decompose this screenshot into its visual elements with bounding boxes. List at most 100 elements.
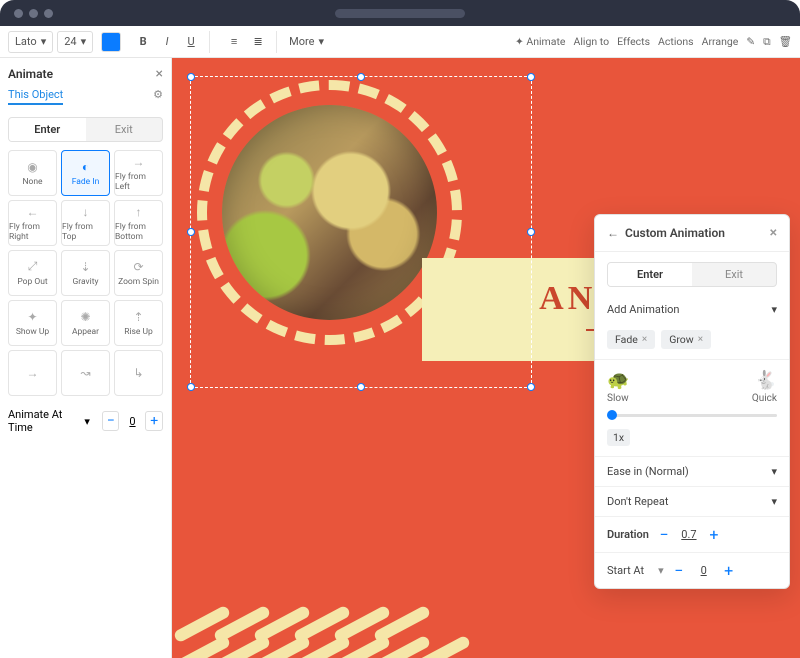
anim-fly-right[interactable]: ←Fly from Right xyxy=(8,200,57,246)
zoom-dot[interactable] xyxy=(44,9,53,18)
anim-none[interactable]: ◉None xyxy=(8,150,57,196)
top-toolbar: Lato▾ 24▾ B I U ≡ ≣ More ▾ ✦ Animate Alig… xyxy=(0,26,800,58)
handle-tr[interactable] xyxy=(527,73,535,81)
list-button[interactable]: ≣ xyxy=(247,31,269,53)
anim-rise-up[interactable]: ⇡Rise Up xyxy=(114,300,163,346)
increment-button[interactable]: + xyxy=(145,411,163,431)
add-animation-select[interactable]: Add Animation ▾ xyxy=(607,303,777,316)
startat-value[interactable]: 0 xyxy=(694,564,714,577)
decrement-button[interactable]: − xyxy=(672,561,686,580)
animate-link[interactable]: ✦ Animate xyxy=(515,35,566,48)
address-bar[interactable] xyxy=(335,9,465,18)
chevron-down-icon[interactable]: ▾ xyxy=(658,564,664,577)
anim-label: Gravity xyxy=(72,277,98,287)
chevron-down-icon: ▾ xyxy=(771,495,777,508)
handle-tm[interactable] xyxy=(357,73,365,81)
handle-mr[interactable] xyxy=(527,228,535,236)
trash-icon[interactable]: 🗑 xyxy=(779,35,792,48)
anim-fly-top[interactable]: ↓Fly from Top xyxy=(61,200,110,246)
arrow-icon: → xyxy=(25,366,41,380)
anim-gravity[interactable]: ⇣Gravity xyxy=(61,250,110,296)
gear-icon[interactable]: ⚙ xyxy=(153,88,163,101)
effects-link[interactable]: Effects xyxy=(617,35,650,48)
anim-label: Zoom Spin xyxy=(118,277,159,287)
arrow-up-icon: ↑ xyxy=(131,205,147,219)
anim-show-up[interactable]: ✦Show Up xyxy=(8,300,57,346)
tab-exit[interactable]: Exit xyxy=(86,118,163,141)
anim-fly-bottom[interactable]: ↑ Fly from Bottom xyxy=(114,200,163,246)
scope-link[interactable]: This Object xyxy=(8,88,63,105)
more-label: More xyxy=(289,35,314,48)
tab-enter[interactable]: Enter xyxy=(9,118,86,141)
copy-icon[interactable]: ⧉ xyxy=(763,35,771,49)
animation-grid: ◉None ◐Fade In →Fly from Left ←Fly from … xyxy=(8,150,163,396)
panel-tab-enter[interactable]: Enter xyxy=(608,263,692,286)
align-button[interactable]: ≡ xyxy=(223,31,245,53)
spin-icon: ⟳ xyxy=(131,260,147,274)
close-icon[interactable]: × xyxy=(770,225,777,241)
timing-value[interactable]: 0 xyxy=(125,415,139,428)
minimize-dot[interactable] xyxy=(29,9,38,18)
speed-slider[interactable] xyxy=(607,414,777,417)
back-icon[interactable]: ← xyxy=(607,226,619,240)
selection-rect[interactable] xyxy=(190,76,532,388)
rise-icon: ⇡ xyxy=(131,310,147,324)
actions-link[interactable]: Actions xyxy=(658,35,694,48)
magic-icon[interactable]: ✎ xyxy=(746,35,755,48)
anim-extra-1[interactable]: → xyxy=(8,350,57,396)
decrement-button[interactable]: − xyxy=(102,411,120,431)
handle-tl[interactable] xyxy=(187,73,195,81)
anim-fade-in[interactable]: ◐Fade In xyxy=(61,150,110,196)
handle-bm[interactable] xyxy=(357,383,365,391)
chip-label: Fade xyxy=(615,333,638,346)
anim-extra-3[interactable]: ↳ xyxy=(114,350,163,396)
anim-label: None xyxy=(22,177,42,187)
handle-ml[interactable] xyxy=(187,228,195,236)
anim-label: Fly from Bottom xyxy=(115,222,162,242)
anim-pop-out[interactable]: ⤢Pop Out xyxy=(8,250,57,296)
font-size-value: 24 xyxy=(64,35,76,48)
increment-button[interactable]: + xyxy=(707,525,721,544)
arrange-link[interactable]: Arrange xyxy=(702,35,739,48)
anim-fly-left[interactable]: →Fly from Left xyxy=(114,150,163,196)
remove-icon[interactable]: × xyxy=(698,334,703,345)
chip-grow[interactable]: Grow × xyxy=(661,330,711,349)
sidebar-title: Animate xyxy=(8,67,53,81)
chip-label: Grow xyxy=(669,333,694,346)
duration-label: Duration xyxy=(607,528,649,541)
handle-bl[interactable] xyxy=(187,383,195,391)
window-chrome xyxy=(0,0,800,26)
italic-button[interactable]: I xyxy=(156,31,178,53)
anim-label: Appear xyxy=(72,327,99,337)
turtle-icon: 🐢 xyxy=(607,370,629,391)
bold-button[interactable]: B xyxy=(132,31,154,53)
anim-label: Fly from Left xyxy=(115,172,162,192)
increment-button[interactable]: + xyxy=(722,561,736,580)
duration-value[interactable]: 0.7 xyxy=(679,528,699,541)
anim-zoom-spin[interactable]: ⟳ Zoom Spin xyxy=(114,250,163,296)
chevron-down-icon[interactable]: ▾ xyxy=(84,415,90,428)
easing-select[interactable]: Ease in (Normal) ▾ xyxy=(607,465,777,478)
repeat-select[interactable]: Don't Repeat ▾ xyxy=(607,495,777,508)
chevron-down-icon: ▾ xyxy=(318,35,324,48)
panel-tab-exit[interactable]: Exit xyxy=(692,263,776,286)
decrement-button[interactable]: − xyxy=(657,525,671,544)
anim-extra-2[interactable]: ↝ xyxy=(61,350,110,396)
slider-thumb[interactable] xyxy=(607,410,617,420)
anim-appear[interactable]: ✺Appear xyxy=(61,300,110,346)
font-family-select[interactable]: Lato▾ xyxy=(8,31,53,53)
handle-br[interactable] xyxy=(527,383,535,391)
arrow-left-icon: ← xyxy=(25,205,41,219)
font-size-select[interactable]: 24▾ xyxy=(57,31,93,53)
close-icon[interactable]: × xyxy=(156,66,163,82)
close-dot[interactable] xyxy=(14,9,23,18)
alignto-link[interactable]: Align to xyxy=(573,35,609,48)
chip-fade[interactable]: Fade × xyxy=(607,330,655,349)
more-menu[interactable]: More ▾ xyxy=(283,31,330,53)
underline-button[interactable]: U xyxy=(180,31,202,53)
animation-chips: Fade × Grow × xyxy=(595,324,789,359)
timing-label: Animate At Time xyxy=(8,408,78,434)
text-color-swatch[interactable] xyxy=(101,32,121,52)
remove-icon[interactable]: × xyxy=(642,334,647,345)
repeat-label: Don't Repeat xyxy=(607,495,668,508)
